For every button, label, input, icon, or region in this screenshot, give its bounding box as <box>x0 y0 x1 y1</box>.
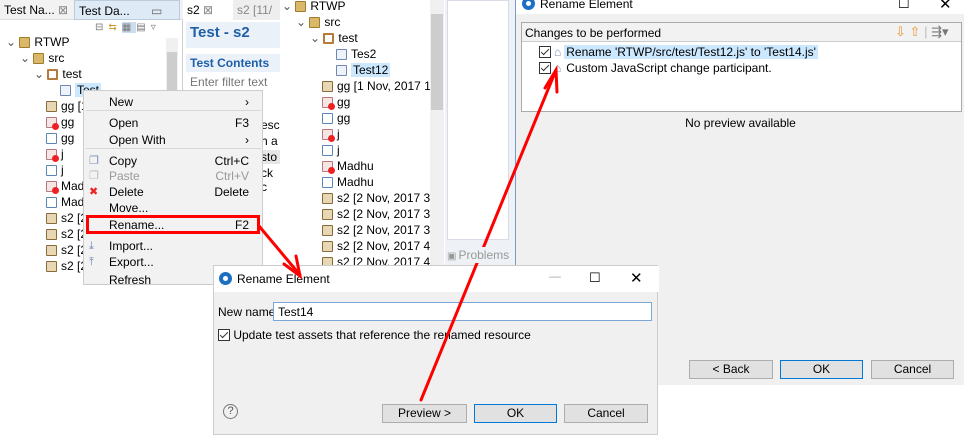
annotation-arrows <box>257 65 559 402</box>
problems-icon: ▣ <box>447 251 457 262</box>
arrow-to-rename-dialog <box>257 224 302 277</box>
arrow-to-change-checkbox <box>419 68 558 402</box>
tab-problems[interactable]: ▣ Problems <box>447 247 511 263</box>
